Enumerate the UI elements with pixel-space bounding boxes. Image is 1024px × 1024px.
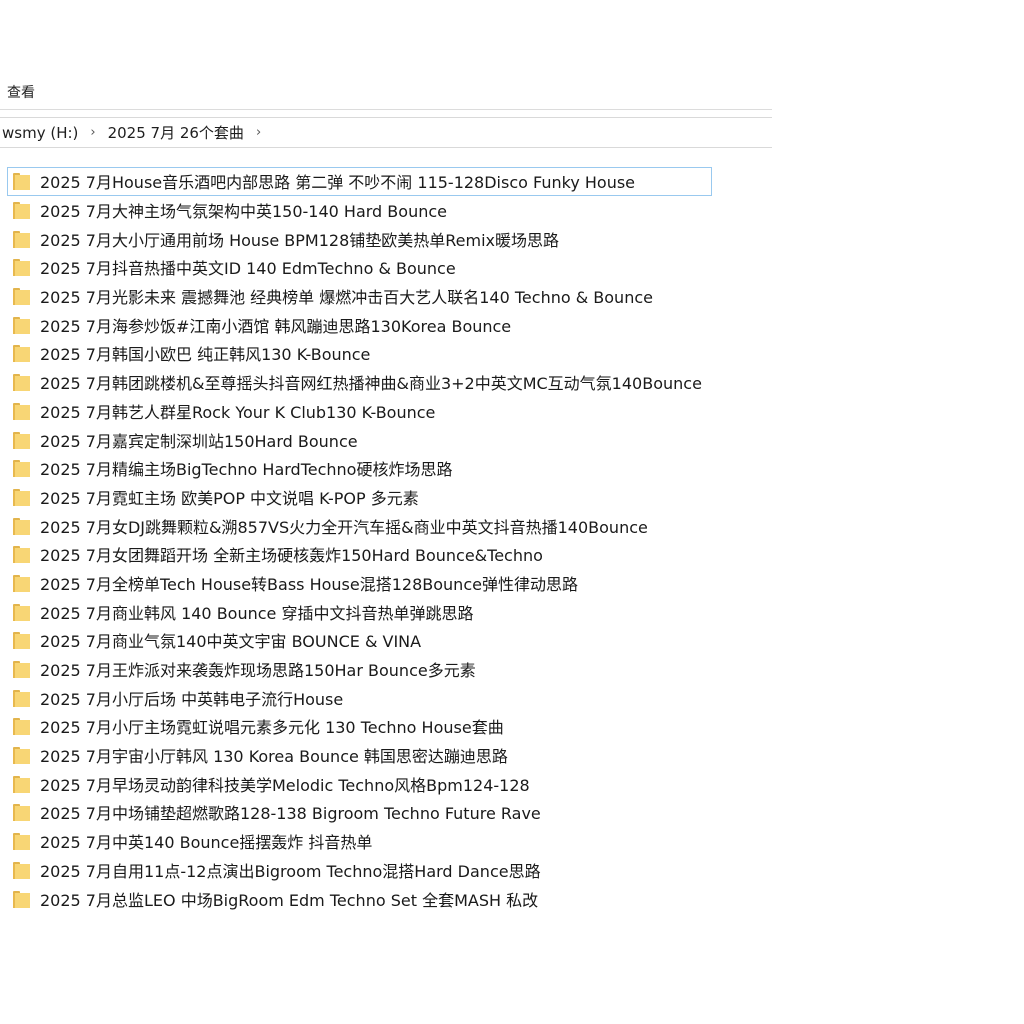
folder-icon	[13, 717, 30, 736]
folder-icon	[13, 545, 30, 564]
ribbon-divider	[0, 109, 772, 110]
folder-item[interactable]: 2025 7月自用11点-12点演出Bigroom Techno混搭Hard D…	[7, 856, 712, 885]
folder-name: 2025 7月早场灵动韵律科技美学Melodic Techno风格Bpm124-…	[40, 775, 530, 795]
folder-item[interactable]: 2025 7月全榜单Tech House转Bass House混搭128Boun…	[7, 569, 712, 598]
folder-icon	[13, 832, 30, 851]
folder-name: 2025 7月商业韩风 140 Bounce 穿插中文抖音热单弹跳思路	[40, 603, 474, 623]
folder-item[interactable]: 2025 7月抖音热播中英文ID 140 EdmTechno & Bounce	[7, 253, 712, 282]
folder-icon	[13, 459, 30, 478]
folder-icon	[13, 230, 30, 248]
folder-item[interactable]: 2025 7月韩团跳楼机&至尊摇头抖音网红热播神曲&商业3+2中英文MC互动气氛…	[7, 368, 712, 397]
folder-name: 2025 7月韩国小欧巴 纯正韩风130 K-Bounce	[40, 345, 371, 365]
folder-name: 2025 7月House音乐酒吧内部思路 第二弹 不吵不闹 115-128Dis…	[40, 173, 636, 193]
folder-icon	[13, 803, 30, 822]
folder-item[interactable]: 2025 7月小厅后场 中英韩电子流行House	[7, 683, 712, 712]
folder-item[interactable]: 2025 7月中英140 Bounce摇摆轰炸 抖音热单	[7, 827, 712, 856]
folder-item[interactable]: 2025 7月女DJ跳舞颗粒&溯857VS火力全开汽车摇&商业中英文抖音热播14…	[7, 511, 712, 540]
folder-item[interactable]: 2025 7月宇宙小厅韩风 130 Korea Bounce 韩国思密达蹦迪思路	[7, 741, 712, 770]
folder-icon	[13, 201, 30, 220]
folder-item[interactable]: 2025 7月商业气氛140中英文宇宙 BOUNCE & VINA	[7, 626, 712, 655]
folder-name: 2025 7月总监LEO 中场BigRoom Edm Techno Set 全套…	[40, 890, 539, 910]
folder-icon	[13, 890, 30, 908]
folder-name: 2025 7月精编主场BigTechno HardTechno硬核炸场思路	[40, 460, 453, 480]
folder-icon	[13, 689, 30, 707]
folder-name: 2025 7月韩艺人群星Rock Your K Club130 K-Bounce	[40, 402, 436, 422]
folder-name: 2025 7月嘉宾定制深圳站150Hard Bounce	[40, 431, 358, 451]
folder-item[interactable]: 2025 7月精编主场BigTechno HardTechno硬核炸场思路	[7, 454, 712, 483]
folder-icon	[13, 775, 30, 793]
folder-item[interactable]: 2025 7月韩艺人群星Rock Your K Club130 K-Bounce	[7, 397, 712, 426]
folder-name: 2025 7月海参炒饭#江南小酒馆 韩风蹦迪思路130Korea Bounce	[40, 316, 512, 336]
folder-name: 2025 7月韩团跳楼机&至尊摇头抖音网红热播神曲&商业3+2中英文MC互动气氛…	[40, 374, 702, 394]
folder-item[interactable]: 2025 7月海参炒饭#江南小酒馆 韩风蹦迪思路130Korea Bounce	[7, 310, 712, 339]
folder-item[interactable]: 2025 7月大小厅通用前场 House BPM128铺垫欧美热单Remix暖场…	[7, 224, 712, 253]
folder-name: 2025 7月小厅后场 中英韩电子流行House	[40, 689, 344, 709]
folder-icon	[13, 746, 30, 765]
file-explorer-window: 查看 wsmy (H:) › 2025 7月 26个套曲 › 2025 7月Ho…	[0, 0, 774, 1024]
breadcrumb-chevron-icon[interactable]: ›	[246, 125, 271, 140]
folder-name: 2025 7月大小厅通用前场 House BPM128铺垫欧美热单Remix暖场…	[40, 230, 560, 250]
folder-item[interactable]: 2025 7月总监LEO 中场BigRoom Edm Techno Set 全套…	[7, 884, 712, 913]
folder-name: 2025 7月霓虹主场 欧美POP 中文说唱 K-POP 多元素	[40, 488, 419, 508]
folder-item[interactable]: 2025 7月王炸派对来袭轰炸现场思路150Har Bounce多元素	[7, 655, 712, 684]
breadcrumb-folder[interactable]: 2025 7月 26个套曲	[106, 122, 246, 143]
folder-name: 2025 7月中场铺垫超燃歌路128-138 Bigroom Techno Fu…	[40, 804, 541, 824]
folder-item[interactable]: 2025 7月女团舞蹈开场 全新主场硬核轰炸150Hard Bounce&Tec…	[7, 540, 712, 569]
folder-item[interactable]: 2025 7月嘉宾定制深圳站150Hard Bounce	[7, 425, 712, 454]
folder-icon	[13, 287, 30, 306]
ribbon-tab-view[interactable]: 查看	[7, 82, 35, 102]
breadcrumb-chevron-icon[interactable]: ›	[80, 125, 105, 140]
folder-icon	[13, 603, 30, 621]
folder-item[interactable]: 2025 7月霓虹主场 欧美POP 中文说唱 K-POP 多元素	[7, 483, 712, 512]
breadcrumb-drive[interactable]: wsmy (H:)	[0, 124, 80, 142]
folder-icon	[13, 172, 30, 191]
folder-name: 2025 7月大神主场气氛架构中英150-140 Hard Bounce	[40, 202, 447, 222]
folder-item[interactable]: 2025 7月House音乐酒吧内部思路 第二弹 不吵不闹 115-128Dis…	[7, 167, 712, 196]
folder-name: 2025 7月女团舞蹈开场 全新主场硬核轰炸150Hard Bounce&Tec…	[40, 546, 543, 566]
folder-icon	[13, 660, 30, 679]
folder-name: 2025 7月抖音热播中英文ID 140 EdmTechno & Bounce	[40, 259, 456, 279]
folder-item[interactable]: 2025 7月小厅主场霓虹说唱元素多元化 130 Techno House套曲	[7, 712, 712, 741]
folder-icon	[13, 402, 30, 420]
folder-icon	[13, 517, 30, 535]
folder-item[interactable]: 2025 7月光影未来 震撼舞池 经典榜单 爆燃冲击百大艺人联名140 Tech…	[7, 282, 712, 311]
folder-name: 2025 7月全榜单Tech House转Bass House混搭128Boun…	[40, 574, 578, 594]
folder-item[interactable]: 2025 7月早场灵动韵律科技美学Melodic Techno风格Bpm124-…	[7, 769, 712, 798]
folder-name: 2025 7月光影未来 震撼舞池 经典榜单 爆燃冲击百大艺人联名140 Tech…	[40, 288, 653, 308]
folder-name: 2025 7月王炸派对来袭轰炸现场思路150Har Bounce多元素	[40, 661, 476, 681]
folder-name: 2025 7月女DJ跳舞颗粒&溯857VS火力全开汽车摇&商业中英文抖音热播14…	[40, 517, 648, 537]
folder-icon	[13, 258, 30, 277]
folder-icon	[13, 861, 30, 879]
folder-name: 2025 7月小厅主场霓虹说唱元素多元化 130 Techno House套曲	[40, 718, 504, 738]
folder-item[interactable]: 2025 7月大神主场气氛架构中英150-140 Hard Bounce	[7, 196, 712, 225]
folder-item[interactable]: 2025 7月韩国小欧巴 纯正韩风130 K-Bounce	[7, 339, 712, 368]
folder-name: 2025 7月自用11点-12点演出Bigroom Techno混搭Hard D…	[40, 861, 541, 881]
folder-icon	[13, 574, 30, 592]
file-list: 2025 7月House音乐酒吧内部思路 第二弹 不吵不闹 115-128Dis…	[7, 167, 712, 913]
folder-icon	[13, 631, 30, 650]
folder-item[interactable]: 2025 7月中场铺垫超燃歌路128-138 Bigroom Techno Fu…	[7, 798, 712, 827]
folder-icon	[13, 373, 30, 392]
folder-item[interactable]: 2025 7月商业韩风 140 Bounce 穿插中文抖音热单弹跳思路	[7, 597, 712, 626]
folder-name: 2025 7月中英140 Bounce摇摆轰炸 抖音热单	[40, 833, 373, 853]
folder-name: 2025 7月商业气氛140中英文宇宙 BOUNCE & VINA	[40, 632, 422, 652]
folder-icon	[13, 431, 30, 449]
folder-name: 2025 7月宇宙小厅韩风 130 Korea Bounce 韩国思密达蹦迪思路	[40, 747, 508, 767]
address-bar[interactable]: wsmy (H:) › 2025 7月 26个套曲 ›	[0, 117, 772, 148]
folder-icon	[13, 344, 30, 363]
folder-icon	[13, 316, 30, 334]
folder-icon	[13, 488, 30, 506]
